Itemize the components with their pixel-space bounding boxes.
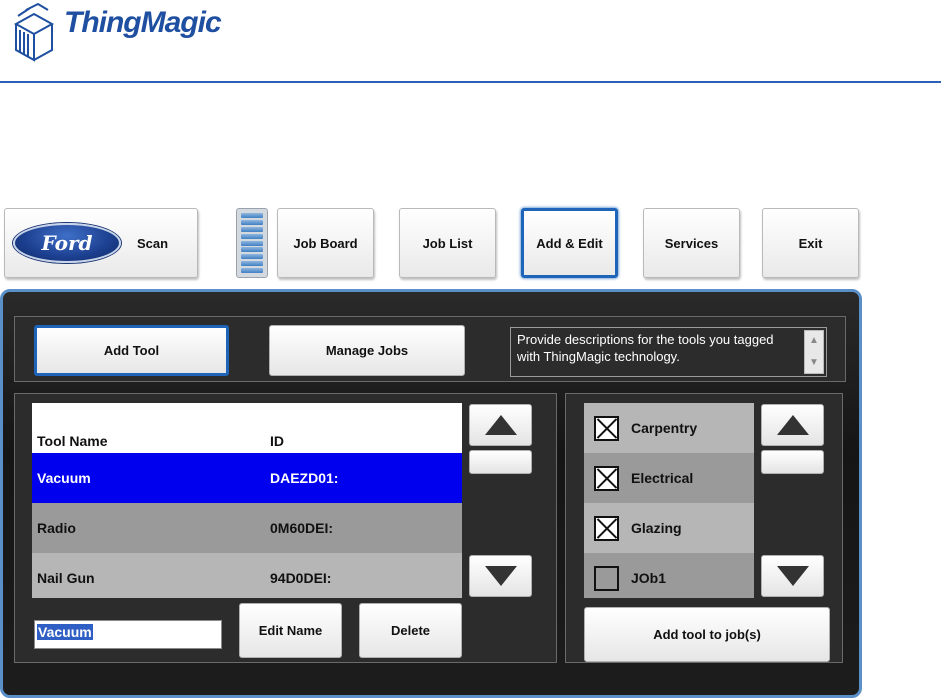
delete-button[interactable]: Delete (359, 603, 462, 658)
add-tool-to-jobs-label: Add tool to job(s) (653, 627, 761, 642)
list-item[interactable]: JOb1 (584, 553, 754, 598)
add-tool-button[interactable]: Add Tool (34, 325, 229, 376)
scroll-up-icon[interactable]: ▲ (805, 331, 823, 351)
header-divider (0, 81, 941, 83)
job-board-button[interactable]: Job Board (277, 208, 374, 278)
checkbox-icon[interactable] (594, 465, 619, 491)
edit-name-label: Edit Name (258, 623, 323, 638)
signal-indicator (236, 208, 268, 278)
column-header-id: ID (270, 433, 284, 449)
scroll-down-icon[interactable]: ▼ (805, 353, 823, 373)
add-edit-button[interactable]: Add & Edit (521, 208, 618, 278)
description-box[interactable]: Provide descriptions for the tools you t… (510, 327, 827, 377)
tool-id-cell: 94D0DEI: (270, 570, 332, 586)
tool-id-cell: 0M60DEI: (270, 520, 334, 536)
tool-id-cell: DAEZD01: (270, 470, 339, 486)
brand-name: ThingMagic (64, 6, 222, 39)
tools-scroll-down-button[interactable] (469, 555, 532, 597)
ford-logo: Ford (13, 223, 121, 263)
exit-label: Exit (798, 235, 823, 251)
jobs-scroll-up-button[interactable] (761, 404, 824, 446)
jobs-list: Carpentry Electrical Glazing JOb1 (584, 403, 754, 598)
tool-name-cell: Vacuum (37, 470, 91, 486)
manage-jobs-label: Manage Jobs (325, 343, 409, 358)
job-label: Carpentry (631, 420, 698, 436)
arrow-down-icon (776, 566, 809, 586)
job-list-label: Job List (422, 235, 473, 251)
add-tool-to-jobs-button[interactable]: Add tool to job(s) (584, 607, 830, 662)
add-tool-label: Add Tool (103, 343, 160, 358)
arrow-down-icon (484, 566, 517, 586)
services-label: Services (664, 235, 719, 251)
table-row[interactable]: Nail Gun 94D0DEI: (32, 553, 462, 598)
tools-table-header: Tool Name ID (32, 403, 462, 453)
description-scrollbar[interactable]: ▲ ▼ (804, 330, 824, 374)
job-label: Electrical (631, 470, 694, 486)
tools-scrollbar-thumb[interactable] (469, 450, 532, 474)
thingmagic-logo-icon (13, 2, 55, 62)
table-row[interactable]: Radio 0M60DEI: (32, 503, 462, 553)
delete-label: Delete (390, 623, 431, 638)
arrow-up-icon (776, 415, 809, 435)
job-list-button[interactable]: Job List (399, 208, 496, 278)
jobs-scroll-down-button[interactable] (761, 555, 824, 597)
jobs-scrollbar-thumb[interactable] (761, 450, 824, 474)
tool-name-input-value: Vacuum (37, 624, 93, 640)
tools-table: Tool Name ID Vacuum DAEZD01: Radio 0M60D… (32, 403, 462, 598)
job-label: JOb1 (631, 570, 667, 586)
column-header-tool-name: Tool Name (37, 433, 108, 449)
checkbox-icon[interactable] (594, 415, 619, 441)
arrow-up-icon (484, 415, 517, 435)
tool-name-input[interactable]: Vacuum (34, 620, 222, 649)
description-text: Provide descriptions for the tools you t… (517, 332, 774, 364)
tools-scroll-up-button[interactable] (469, 404, 532, 446)
add-edit-label: Add & Edit (536, 235, 603, 251)
checkbox-icon[interactable] (594, 565, 619, 591)
scan-button[interactable]: Ford Scan (4, 208, 198, 278)
list-item[interactable]: Electrical (584, 453, 754, 503)
services-button[interactable]: Services (643, 208, 740, 278)
manage-jobs-button[interactable]: Manage Jobs (269, 325, 465, 376)
job-board-label: Job Board (293, 235, 358, 251)
job-label: Glazing (631, 520, 682, 536)
edit-name-button[interactable]: Edit Name (239, 603, 342, 658)
list-item[interactable]: Glazing (584, 503, 754, 553)
tool-name-cell: Radio (37, 520, 76, 536)
tool-name-cell: Nail Gun (37, 570, 95, 586)
list-item[interactable]: Carpentry (584, 403, 754, 453)
exit-button[interactable]: Exit (762, 208, 859, 278)
scan-label: Scan (137, 235, 169, 251)
ford-logo-text: Ford (41, 231, 93, 255)
checkbox-icon[interactable] (594, 515, 619, 541)
table-row[interactable]: Vacuum DAEZD01: (32, 453, 462, 503)
thingmagic-logo: ThingMagic (8, 2, 248, 70)
